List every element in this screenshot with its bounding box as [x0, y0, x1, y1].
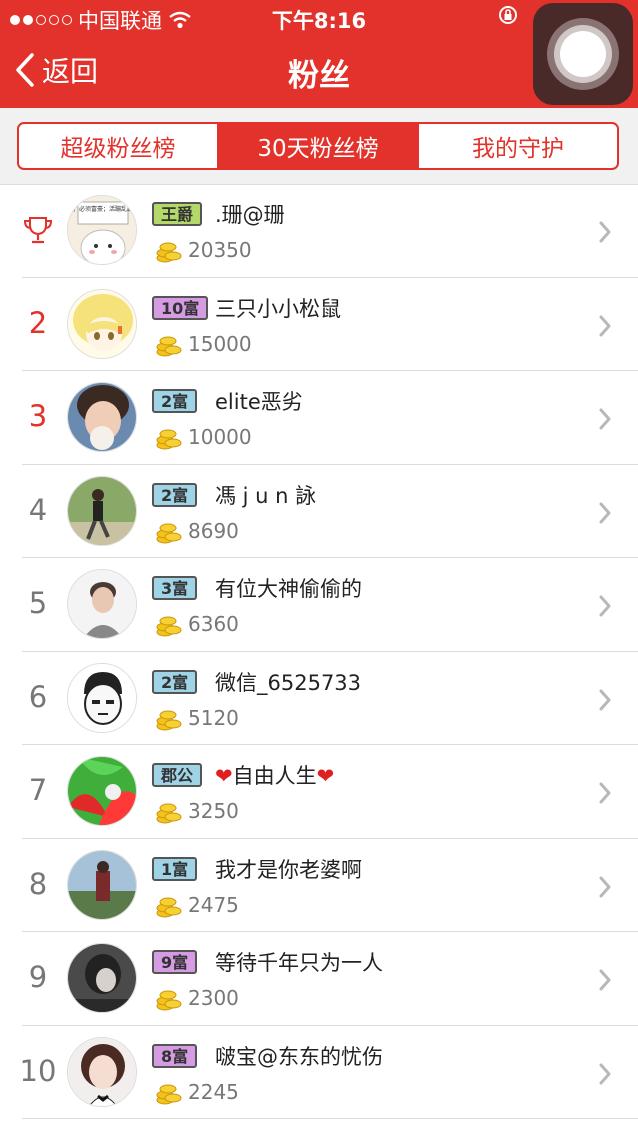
coin-stack-icon [156, 429, 182, 450]
coin-count: 2245 [188, 1079, 239, 1104]
tab-my-guardian[interactable]: 我的守护 [417, 124, 617, 168]
coin-count: 6360 [188, 612, 239, 636]
status-right [498, 5, 518, 25]
rank-number: 10 [19, 1053, 57, 1088]
trophy-icon [23, 217, 53, 244]
avatar[interactable] [67, 662, 137, 733]
coin-stack-icon [156, 523, 182, 543]
avatar[interactable] [67, 1036, 137, 1107]
coin-stack-icon [156, 242, 182, 263]
chevron-right-icon [599, 221, 611, 243]
avatar[interactable] [67, 475, 137, 546]
rank-badge: 1富 [152, 856, 198, 881]
avatar[interactable]: 求包养，必须富豪；活蹦乱跳的那种 [67, 195, 137, 265]
coin-count: 8690 [188, 518, 239, 543]
segmented-control: 超级粉丝榜 30天粉丝榜 我的守护 [17, 122, 619, 170]
fan-name: 啵宝@东东的忧伤 [215, 1044, 383, 1069]
coin-stack-icon [156, 897, 182, 917]
avatar[interactable] [67, 288, 137, 359]
list-item[interactable]: 4 2富 馮 j u n 詠 8690 [0, 465, 638, 559]
chevron-right-icon [599, 1063, 611, 1084]
fan-name: .珊@珊 [215, 203, 285, 227]
rank-number: 6 [28, 679, 48, 714]
coin-stack-icon [156, 710, 182, 730]
list-item[interactable]: 5 3富 有位大神偷偷的 6360 [0, 558, 638, 652]
tab-bar: 超级粉丝榜 30天粉丝榜 我的守护 [0, 108, 638, 185]
rank-badge: 3富 [152, 576, 198, 600]
rank-number: 4 [28, 492, 48, 527]
coin-count: 2475 [188, 892, 239, 917]
tab-30-day-fans[interactable]: 30天粉丝榜 [217, 124, 417, 168]
list-item[interactable]: 6 2富 微信_6525733 5120 [0, 652, 638, 746]
list-item[interactable]: 7 郡公 ❤自由人生❤ 3250 [0, 745, 638, 839]
list-item[interactable]: 求包养，必须富豪；活蹦乱跳的那种 王爵 .珊@珊 20350 [0, 184, 638, 278]
coin-count: 3250 [188, 799, 239, 823]
orientation-lock-icon [499, 6, 517, 24]
rank-number: 8 [28, 866, 48, 901]
rank-badge: 9富 [152, 950, 198, 974]
coin-count: 20350 [188, 238, 252, 262]
rank-badge: 10富 [152, 295, 209, 320]
coin-count: 5120 [188, 705, 239, 730]
coin-stack-icon [156, 803, 182, 824]
list-item[interactable]: 9 9富 等待千年只为一人 2300 [0, 932, 638, 1026]
rank-number: 2 [28, 305, 48, 340]
rank-number: 5 [28, 586, 48, 620]
heart-icon: ❤ [215, 764, 233, 788]
fan-name: 有位大神偷偷的 [215, 577, 362, 601]
fan-list: 求包养，必须富豪；活蹦乱跳的那种 王爵 .珊@珊 20350 2 [0, 184, 638, 1119]
coin-stack-icon [156, 990, 182, 1011]
list-item[interactable]: 3 2富 elite恶劣 10000 [0, 371, 638, 465]
fan-name: elite恶劣 [215, 390, 303, 414]
rank-number: 9 [28, 960, 48, 994]
list-item[interactable]: 8 1富 我才是你老婆啊 2475 [0, 839, 638, 933]
rank-badge: 2富 [152, 669, 198, 694]
heart-icon: ❤ [316, 764, 335, 788]
list-item[interactable]: 10 8富 啵宝@东东的忧伤 2245 [0, 1026, 638, 1120]
fan-name: 等待千年只为一人 [215, 951, 383, 975]
avatar[interactable] [67, 569, 137, 639]
chevron-right-icon [599, 969, 611, 991]
coin-count: 2300 [188, 986, 239, 1010]
chevron-right-icon [599, 595, 611, 617]
avatar[interactable] [67, 756, 137, 826]
chevron-right-icon [599, 876, 611, 897]
chevron-right-icon [599, 689, 611, 710]
chevron-right-icon [599, 315, 611, 336]
chevron-right-icon [599, 408, 611, 430]
list-item[interactable]: 2 10富 三只小小松鼠 15000 [0, 278, 638, 372]
rank-badge: 2富 [152, 482, 198, 507]
coin-stack-icon [156, 336, 182, 356]
rank-badge: 郡公 [152, 763, 203, 787]
chevron-right-icon [599, 502, 611, 523]
fan-name: 馮 j u n 詠 [215, 483, 317, 508]
avatar[interactable] [67, 382, 137, 452]
rank-badge: 8富 [152, 1043, 198, 1068]
rank-number: 7 [28, 773, 48, 807]
coin-count: 10000 [188, 425, 252, 449]
coin-count: 15000 [188, 331, 252, 356]
chevron-right-icon [599, 782, 611, 804]
fan-name: ❤自由人生❤ [215, 764, 335, 788]
coin-stack-icon [156, 1084, 182, 1104]
fan-name: 我才是你老婆啊 [215, 857, 362, 882]
rank-badge: 2富 [152, 389, 198, 413]
rank-number: 3 [28, 399, 48, 433]
avatar[interactable] [67, 849, 137, 920]
avatar-caption: 求包养，必须富豪；活蹦乱跳的那种 [68, 205, 137, 213]
rank-badge: 王爵 [152, 202, 203, 226]
tab-super-fans[interactable]: 超级粉丝榜 [19, 124, 217, 168]
coin-stack-icon [156, 616, 182, 637]
fan-name: 三只小小松鼠 [215, 296, 341, 321]
fan-name: 微信_6525733 [215, 670, 362, 695]
avatar[interactable] [67, 943, 137, 1013]
assistive-touch-button[interactable] [533, 3, 633, 105]
